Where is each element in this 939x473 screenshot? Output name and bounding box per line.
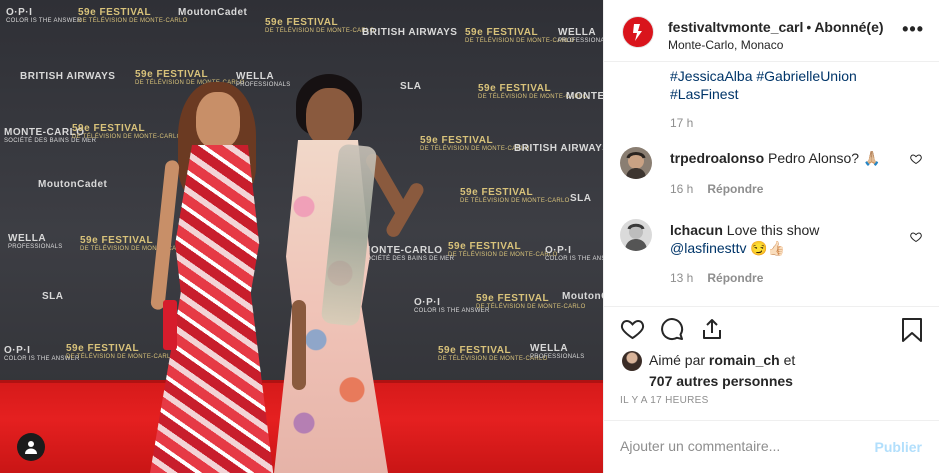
add-comment-bar: Publier <box>604 420 939 473</box>
comment-text: lchacun Love this show @lasfinesttv 😏👍🏻 <box>670 221 900 257</box>
likes-conjunction: et <box>783 352 796 368</box>
post-timestamp[interactable]: IL Y A 17 HEURES <box>620 395 709 406</box>
comment-text: trpedroalonso Pedro Alonso? 🙏🏼 <box>670 149 900 167</box>
comment-meta: 16 h Répondre <box>670 182 763 196</box>
sponsor-logo: BRITISH AIRWAYS <box>514 143 603 154</box>
header-name-row: festivaltvmonte_carl • Abonné(e) <box>668 19 884 35</box>
sponsor-logo: BRITISH AIRWAYS <box>362 27 458 38</box>
sponsor-logo: SLA <box>570 193 592 204</box>
reply-button[interactable]: Répondre <box>707 182 763 196</box>
sponsor-logo: 59e FESTIVAL DE TÉLÉVISION DE MONTE-CARLO <box>448 241 558 259</box>
comment-time[interactable]: 13 h <box>670 271 693 285</box>
sponsor-logo: SLA <box>400 81 422 92</box>
sponsor-logo: MoutonCadet <box>38 179 108 190</box>
sponsor-logo: MoutonCadet <box>562 291 603 302</box>
comment-emoji: 😏👍🏻 <box>750 240 786 256</box>
comment-icon[interactable] <box>660 317 684 341</box>
heart-icon[interactable] <box>620 317 645 341</box>
comment-time[interactable]: 16 h <box>670 182 693 196</box>
clutch-bag <box>163 300 177 350</box>
comment-body: Love this show <box>726 222 820 238</box>
comment-username[interactable]: lchacun <box>670 222 723 238</box>
comments-section: #JessicaAlba #GabrielleUnion #LasFinest … <box>604 62 939 306</box>
more-options-icon[interactable]: ••• <box>902 20 924 38</box>
sponsor-logo: MONTE-CARLO SOCIÉTÉ DES BAINS DE MER <box>362 245 455 263</box>
commenter-avatar[interactable] <box>620 219 652 251</box>
sponsor-logo: 59e FESTIVAL DE TÉLÉVISION DE MONTE-CARLO <box>80 235 190 253</box>
sponsor-logo: O·P·ICOLOR IS THE ANSWER <box>6 7 82 25</box>
likes-text: Aimé par romain_ch et 707 autres personn… <box>649 350 929 392</box>
heart-icon[interactable] <box>910 153 922 165</box>
sponsor-logo: 59e FESTIVAL DE TÉLÉVISION DE MONTE-CARLO <box>72 123 182 141</box>
post-photo[interactable]: O·P·I COLOR IS THE ANSWER 59e FESTIVAL DE … <box>0 0 603 473</box>
commenter-avatar[interactable] <box>620 147 652 179</box>
share-icon[interactable] <box>700 317 724 341</box>
leg <box>292 300 306 390</box>
user-circle-icon[interactable] <box>17 433 45 461</box>
post-action-bar <box>604 306 939 354</box>
caption-hashtags: #JessicaAlba #GabrielleUnion #LasFinest <box>670 67 920 103</box>
reply-button[interactable]: Répondre <box>707 271 763 285</box>
sponsor-logo: WELLAPROFESSIONALS <box>8 233 63 251</box>
comment-username[interactable]: trpedroalonso <box>670 150 764 166</box>
likes-count-link[interactable]: 707 autres personnes <box>649 373 793 389</box>
hashtag-line[interactable]: #JessicaAlba #GabrielleUnion <box>670 67 920 85</box>
liker-username[interactable]: romain_ch <box>709 352 780 368</box>
separator-dot: • <box>806 19 812 35</box>
likes-prefix: Aimé par <box>649 352 706 368</box>
sponsor-logo: WELLAPROFESSIONALS <box>236 71 291 89</box>
post-details-panel: festivaltvmonte_carl • Abonné(e) Monte-Car… <box>603 0 939 473</box>
heart-icon[interactable] <box>910 231 922 243</box>
sponsor-logo: MONTE-CARLO <box>566 91 603 102</box>
sponsor-logo: WELLAPROFESSIONALS <box>530 343 585 361</box>
sponsor-logo: WELLAPROFESSIONALS <box>558 27 603 45</box>
sponsor-logo: MoutonCadet <box>178 7 248 18</box>
festival-logo-icon <box>625 19 651 45</box>
sponsor-logo: 59e FESTIVAL DE TÉLÉVISION DE MONTE-CARLO <box>265 17 375 35</box>
sponsor-logo: SLA <box>42 291 64 302</box>
comment-mention[interactable]: @lasfinesttv <box>670 240 746 256</box>
post-header: festivaltvmonte_carl • Abonné(e) Monte-Car… <box>604 0 939 62</box>
post-author-username[interactable]: festivaltvmonte_carl <box>668 19 803 35</box>
hashtag-line[interactable]: #LasFinest <box>670 85 920 103</box>
sponsor-logo: 59e FESTIVAL DE TÉLÉVISION DE MONTE-CARLO <box>66 343 176 361</box>
sponsor-logo: O·P·ICOLOR IS THE ANSWER <box>545 245 603 263</box>
sponsor-logo: 59e FESTIVAL DE TÉLÉVISION DE MONTE-CARLO <box>460 187 570 205</box>
add-comment-input[interactable] <box>620 438 860 454</box>
follow-status[interactable]: Abonné(e) <box>814 19 883 35</box>
comment-meta: 13 h Répondre <box>670 271 763 285</box>
liker-avatar[interactable] <box>622 351 642 371</box>
post-location[interactable]: Monte-Carlo, Monaco <box>668 38 783 52</box>
profile-avatar[interactable] <box>622 16 654 48</box>
sponsor-logo: BRITISH AIRWAYS <box>20 71 116 82</box>
publish-button[interactable]: Publier <box>875 439 922 455</box>
bookmark-icon[interactable] <box>901 317 923 343</box>
sponsor-logo: 59e FESTIVAL DE TÉLÉVISION DE MONTE-CARLO <box>78 7 188 25</box>
caption-time[interactable]: 17 h <box>670 116 693 130</box>
comment-body: Pedro Alonso? 🙏🏼 <box>768 150 881 166</box>
